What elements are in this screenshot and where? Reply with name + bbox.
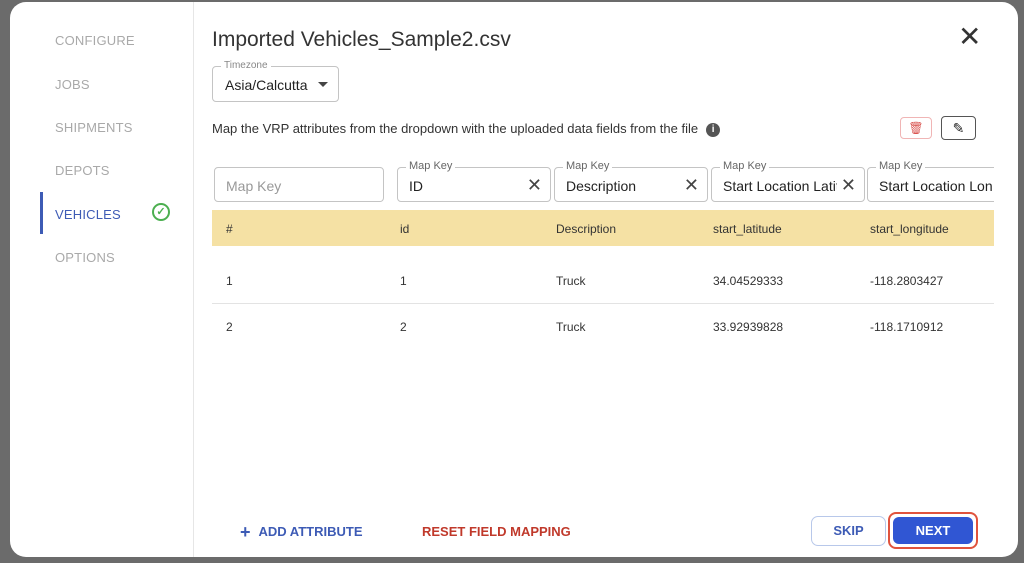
- clear-icon[interactable]: ✕: [841, 175, 856, 196]
- map-key-value: ID: [409, 178, 423, 194]
- next-button[interactable]: NEXT: [893, 517, 973, 544]
- map-key-value: Start Location Longitude: [879, 178, 993, 194]
- table-cell: 34.04529333: [713, 274, 784, 288]
- trash-icon: 🗑: [908, 121, 924, 135]
- add-attribute-button[interactable]: + ADD ATTRIBUTE: [240, 522, 363, 543]
- active-indicator: [40, 192, 43, 234]
- table-cell: 1: [226, 274, 233, 288]
- add-attribute-label: ADD ATTRIBUTE: [258, 524, 363, 539]
- column-header: start_longitude: [870, 222, 949, 236]
- close-icon[interactable]: ✕: [958, 20, 981, 53]
- timezone-select[interactable]: Timezone Asia/Calcutta: [212, 60, 339, 102]
- sidebar-item-jobs[interactable]: JOBS: [55, 77, 90, 92]
- instructions-text: Map the VRP attributes from the dropdown…: [212, 121, 699, 136]
- map-key-value: Start Location Latitude: [723, 178, 837, 194]
- reset-field-mapping-button[interactable]: RESET FIELD MAPPING: [422, 524, 571, 539]
- table-cell: -118.1710912: [870, 320, 944, 334]
- table-cell: Truck: [556, 320, 586, 334]
- clear-icon[interactable]: ✕: [684, 175, 699, 196]
- sidebar-item-options[interactable]: OPTIONS: [55, 250, 115, 265]
- timezone-label: Timezone: [221, 60, 271, 71]
- map-key-row: Map Key Map Key ID ✕ Map Key Description ✕ M…: [214, 157, 994, 203]
- caret-down-icon: [318, 82, 328, 92]
- delete-button[interactable]: 🗑: [900, 117, 932, 139]
- map-key-label: Map Key: [876, 160, 926, 173]
- table-cell: 33.92939828: [713, 320, 784, 334]
- sidebar-item-configure[interactable]: CONFIGURE: [55, 33, 135, 48]
- page-title: Imported Vehicles_Sample2.csv: [212, 28, 511, 51]
- column-header: start_latitude: [713, 222, 782, 236]
- info-icon[interactable]: i: [706, 122, 721, 137]
- table-cell: 2: [400, 320, 407, 334]
- table-row: 2 2 Truck 33.92939828 -118.1710912: [212, 304, 994, 350]
- next-button-focus-ring: NEXT: [888, 512, 978, 549]
- sidebar-item-depots[interactable]: DEPOTS: [55, 163, 110, 178]
- table-header: # id Description start_latitude start_lo…: [212, 210, 994, 246]
- table-cell: -118.2803427: [870, 274, 944, 288]
- instructions: Map the VRP attributes from the dropdown…: [212, 121, 721, 137]
- map-key-label: Map Key: [720, 160, 770, 173]
- pencil-icon: ✎: [952, 120, 965, 136]
- edit-button[interactable]: ✎: [941, 116, 976, 140]
- map-key-select[interactable]: Map Key ID ✕: [397, 160, 551, 202]
- map-key-value: Description: [566, 178, 637, 194]
- map-key-placeholder: Map Key: [226, 178, 282, 194]
- clear-icon[interactable]: ✕: [527, 175, 542, 196]
- table-cell: 1: [400, 274, 407, 288]
- table-cell: 2: [226, 320, 233, 334]
- map-key-select[interactable]: Map Key Start Location Latitude✕: [711, 160, 865, 202]
- column-header: id: [400, 222, 410, 236]
- timezone-value: Asia/Calcutta: [225, 77, 308, 93]
- map-key-label: Map Key: [406, 160, 456, 173]
- sidebar-item-shipments[interactable]: SHIPMENTS: [55, 120, 133, 135]
- map-key-select[interactable]: Map Key Description ✕: [554, 160, 708, 202]
- skip-button[interactable]: SKIP: [811, 516, 886, 546]
- plus-icon: +: [240, 522, 251, 542]
- table-row: 1 1 Truck 34.04529333 -118.2803427: [212, 258, 994, 304]
- map-key-select[interactable]: Map KeyStart Location Longitude✕: [867, 160, 994, 202]
- check-circle-icon: ✓: [152, 203, 170, 221]
- sidebar: CONFIGURE JOBS SHIPMENTS DEPOTS VEHICLES…: [10, 2, 194, 557]
- import-modal: CONFIGURE JOBS SHIPMENTS DEPOTS VEHICLES…: [10, 2, 1018, 557]
- map-key-label: Map Key: [563, 160, 613, 173]
- sidebar-item-vehicles[interactable]: VEHICLES: [55, 207, 121, 222]
- column-header: #: [226, 222, 233, 236]
- table-cell: Truck: [556, 274, 586, 288]
- column-header: Description: [556, 222, 617, 236]
- map-key-input[interactable]: Map Key: [214, 167, 384, 202]
